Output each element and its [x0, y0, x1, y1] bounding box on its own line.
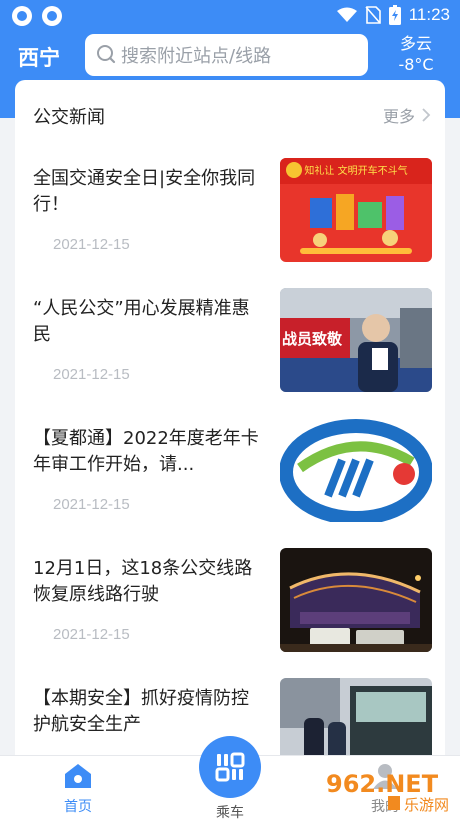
- news-title: “人民公交”用心发展精准惠民: [33, 298, 250, 345]
- home-icon: [65, 764, 91, 788]
- watermark-logo: 962.NET 乐游网: [318, 758, 460, 816]
- news-title: 12月1日，这18条公交线路恢复原线路行驶: [33, 558, 253, 605]
- news-title: 【本期安全】抓好疫情防控 护航安全生产: [33, 688, 249, 735]
- news-item[interactable]: “人民公交”用心发展精准惠民 2021-12-15 战员致敬: [15, 288, 445, 418]
- city-selector[interactable]: 西宁: [18, 42, 60, 72]
- nav-home-label: 首页: [64, 799, 92, 815]
- nav-ride-label: 乘车: [216, 805, 244, 819]
- app-header: 西宁 搜索附近站点/线路 多云 -8°C: [0, 32, 460, 78]
- news-item[interactable]: 12月1日，这18条公交线路恢复原线路行驶 2021-12-15: [15, 548, 445, 678]
- qr-scan-icon: [215, 752, 245, 782]
- news-title: 全国交通安全日|安全你我同行！: [33, 168, 256, 215]
- news-card: 公交新闻 更多 全国交通安全日|安全你我同行！ 2021-12-15 知礼让 文…: [15, 80, 445, 760]
- status-time: 11:23: [408, 5, 450, 24]
- status-notifications: [12, 6, 62, 26]
- thumb-caption: 战员致敬: [282, 330, 343, 348]
- watermark-text: 962.NET: [326, 770, 439, 798]
- thumb-caption: 知礼让 文明开车不斗气: [304, 164, 407, 177]
- wifi-icon: [336, 7, 357, 22]
- news-thumbnail: 知礼让 文明开车不斗气: [280, 158, 432, 262]
- status-indicators: 11:23: [336, 5, 450, 25]
- news-thumbnail: [280, 548, 432, 652]
- watermark-subtext: 乐游网: [404, 796, 449, 814]
- app-icon: [12, 6, 32, 26]
- app-icon: [42, 6, 62, 26]
- news-thumbnail: [280, 418, 432, 522]
- chevron-right-icon: [422, 108, 431, 122]
- news-section-header: 公交新闻 更多: [15, 80, 445, 148]
- news-thumbnail: [280, 678, 432, 760]
- weather-widget[interactable]: 多云 -8°C: [386, 34, 446, 76]
- news-date: 2021-12-15: [53, 366, 130, 383]
- search-icon: [85, 34, 121, 76]
- search-bar[interactable]: 搜索附近站点/线路: [85, 34, 368, 76]
- news-date: 2021-12-15: [53, 626, 130, 643]
- weather-condition: 多云: [399, 34, 432, 53]
- nav-home[interactable]: 首页: [48, 762, 108, 816]
- ride-button[interactable]: [199, 736, 261, 798]
- battery-icon: [388, 5, 401, 25]
- status-bar: 11:23: [0, 0, 460, 32]
- news-date: 2021-12-15: [53, 236, 130, 253]
- more-link[interactable]: 更多: [383, 103, 431, 127]
- news-section-title: 公交新闻: [33, 107, 105, 128]
- news-date: 2021-12-15: [53, 496, 130, 513]
- news-item[interactable]: 全国交通安全日|安全你我同行！ 2021-12-15 知礼让 文明开车不斗气: [15, 158, 445, 288]
- nav-ride[interactable]: 乘车: [198, 736, 262, 819]
- news-thumbnail: 战员致敬: [280, 288, 432, 392]
- weather-temperature: -8°C: [398, 55, 434, 74]
- news-item[interactable]: 【夏都通】2022年度老年卡年审工作开始，请... 2021-12-15: [15, 418, 445, 548]
- news-title: 【夏都通】2022年度老年卡年审工作开始，请...: [33, 428, 259, 475]
- more-label: 更多: [382, 107, 415, 126]
- no-sim-icon: [365, 6, 381, 24]
- search-placeholder[interactable]: 搜索附近站点/线路: [121, 42, 271, 68]
